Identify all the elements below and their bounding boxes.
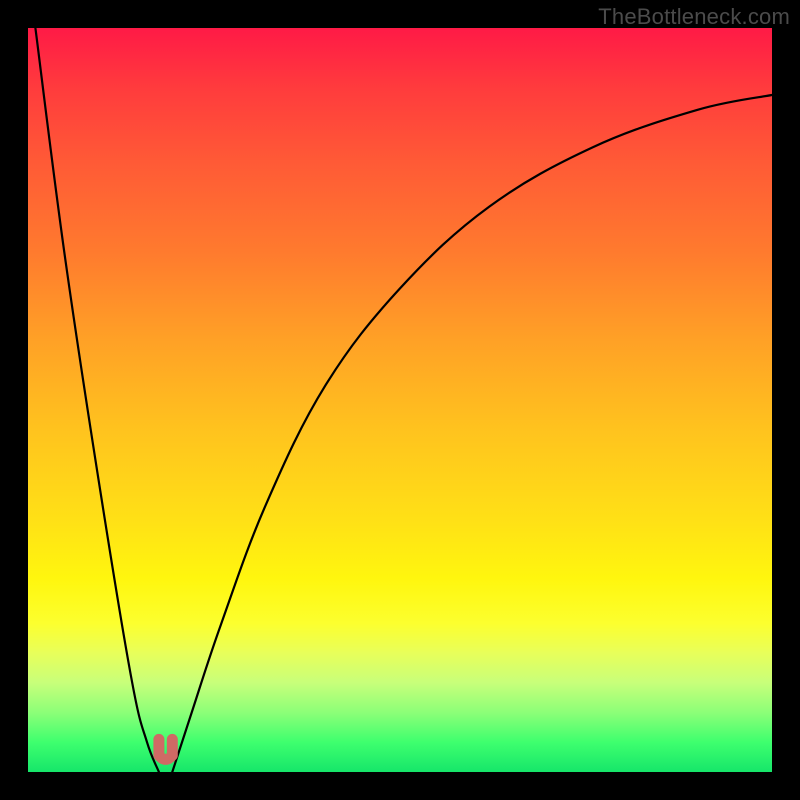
watermark-text: TheBottleneck.com bbox=[598, 4, 790, 30]
curve-group bbox=[35, 28, 772, 772]
chart-frame: TheBottleneck.com bbox=[0, 0, 800, 800]
plot-area bbox=[28, 28, 772, 772]
curve-left-branch bbox=[35, 28, 158, 772]
curve-svg bbox=[28, 28, 772, 772]
min-marker bbox=[159, 739, 172, 759]
curve-right-branch bbox=[172, 95, 772, 772]
